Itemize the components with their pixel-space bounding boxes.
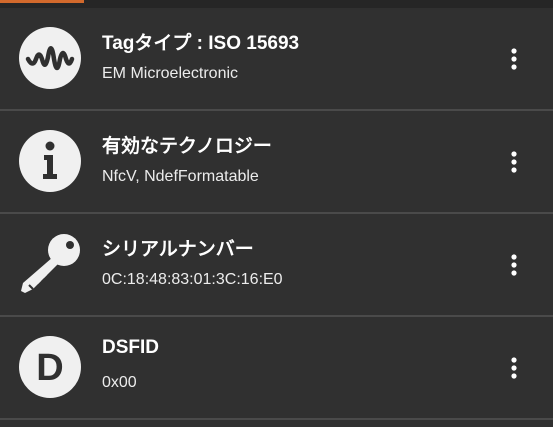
tag-info-list: Tagタイプ : ISO 15693 EM Microelectronic 有効… <box>0 8 553 420</box>
list-item-technologies[interactable]: 有効なテクノロジー NfcV, NdefFormatable <box>0 111 553 214</box>
item-title: DSFID <box>102 337 159 358</box>
item-title: シリアルナンバー <box>102 239 254 260</box>
item-subtitle: 0x00 <box>102 374 137 391</box>
tab-indicator <box>0 0 84 3</box>
item-title: Tagタイプ : ISO 15693 <box>102 33 300 54</box>
item-title: 有効なテクノロジー <box>102 136 272 157</box>
top-bar <box>0 0 553 8</box>
item-subtitle: 0C:18:48:83:01:3C:16:E0 <box>102 271 283 288</box>
item-subtitle: NfcV, NdefFormatable <box>102 168 259 185</box>
list-item-tag-type[interactable]: Tagタイプ : ISO 15693 EM Microelectronic <box>0 8 553 111</box>
svg-text:D: D <box>36 347 63 389</box>
list-item-serial-number[interactable]: シリアルナンバー 0C:18:48:83:01:3C:16:E0 <box>0 214 553 317</box>
more-vert-icon[interactable] <box>499 44 529 74</box>
item-subtitle: EM Microelectronic <box>102 65 239 82</box>
key-icon <box>19 233 81 295</box>
list-item-dsfid[interactable]: D DSFID 0x00 <box>0 317 553 420</box>
more-vert-icon[interactable] <box>499 250 529 280</box>
letter-d-icon: D <box>19 336 81 398</box>
info-icon <box>19 130 81 192</box>
waveform-icon <box>19 27 81 89</box>
more-vert-icon[interactable] <box>499 147 529 177</box>
more-vert-icon[interactable] <box>499 353 529 383</box>
